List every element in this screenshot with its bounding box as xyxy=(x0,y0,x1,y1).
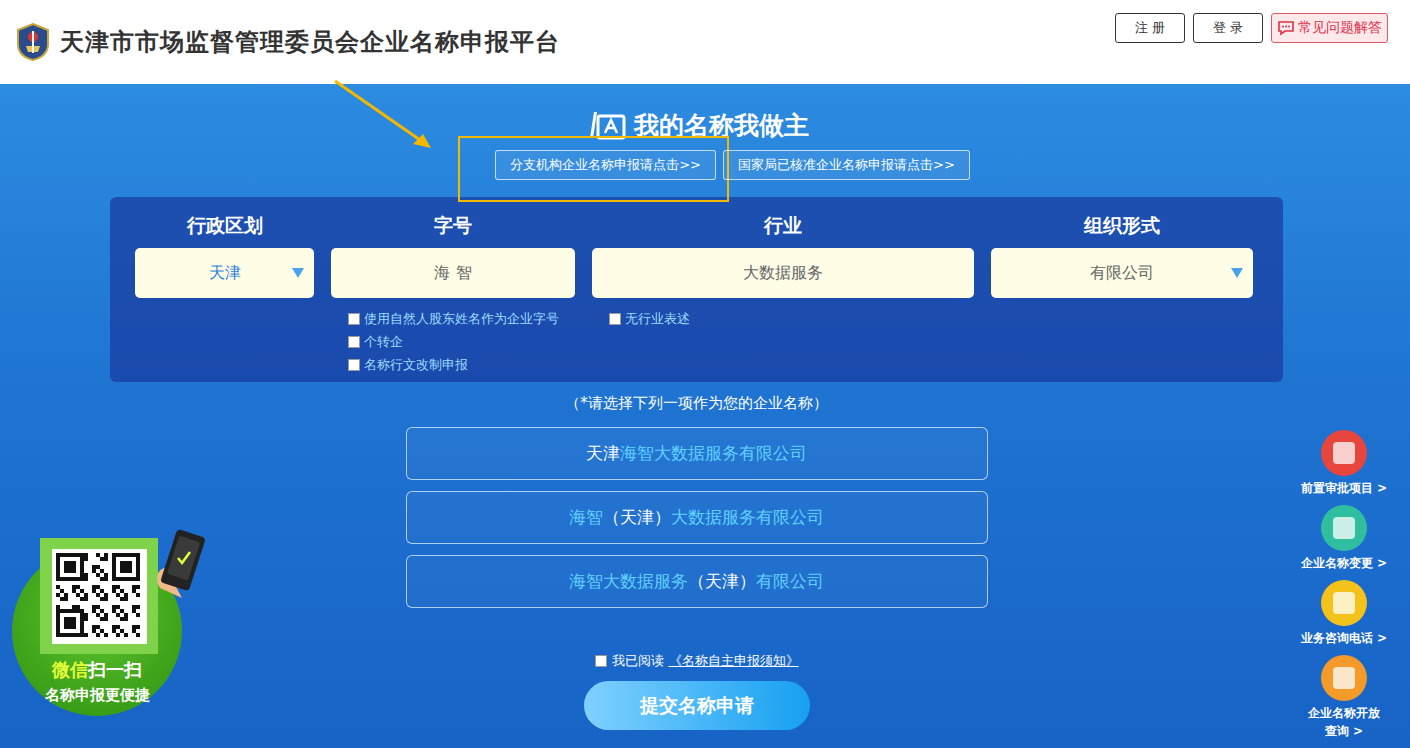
link-wrap: 分支机构企业名称申报请点击>> xyxy=(495,150,716,180)
checkbox-row[interactable]: 名称行文改制申报 xyxy=(348,356,575,374)
checkbox[interactable] xyxy=(348,313,360,325)
name-option[interactable]: 天津海智大数据服务有限公司 xyxy=(406,427,988,480)
form-field: 字号海 智使用自然人股东姓名作为企业字号个转企名称行文改制申报 xyxy=(331,213,575,374)
qr-badge[interactable]: 微信扫一扫名称申报更便捷 xyxy=(12,536,212,748)
checkbox[interactable] xyxy=(609,313,621,325)
side-icon xyxy=(1321,580,1367,626)
field-input[interactable]: 大数据服务 xyxy=(592,248,974,298)
dropdown-icon xyxy=(1231,268,1243,278)
qr-code-icon xyxy=(52,549,147,644)
pen-doc-icon xyxy=(584,108,632,142)
header: 天津市市场监督管理委员会企业名称申报平台 注 册登 录常见问题解答 xyxy=(0,0,1410,84)
field-checks xyxy=(991,298,1253,310)
field-label: 行业 xyxy=(592,213,974,239)
hero-title: 我的名称我做主 xyxy=(584,108,809,142)
main-column: 我的名称我做主分支机构企业名称申报请点击>>国家局已核准企业名称申报请点击>> 行… xyxy=(110,84,1283,730)
name-option[interactable]: 海智大数据服务（天津）有限公司 xyxy=(406,555,988,608)
form-field: 组织形式有限公司 xyxy=(991,213,1253,374)
side-icon xyxy=(1321,505,1367,551)
field-input[interactable]: 海 智 xyxy=(331,248,575,298)
agreement[interactable]: 我已阅读《名称自主申报须知》 xyxy=(595,652,799,670)
name-option[interactable]: 海智（天津）大数据服务有限公司 xyxy=(406,491,988,544)
field-label: 字号 xyxy=(331,213,575,239)
side-item[interactable]: 业务咨询电话 > xyxy=(1288,580,1400,647)
site-title: 天津市市场监督管理委员会企业名称申报平台 xyxy=(60,26,560,58)
header-actions: 注 册登 录常见问题解答 xyxy=(1115,13,1388,43)
side-item[interactable]: 企业名称开放查询 > xyxy=(1288,655,1400,740)
prompt: （*请选择下列一项作为您的企业名称） xyxy=(565,394,828,413)
form-field: 行政区划天津 xyxy=(135,213,314,374)
field-checks: 无行业表述 xyxy=(592,298,974,328)
checkbox[interactable] xyxy=(348,336,360,348)
checkbox[interactable] xyxy=(348,359,360,371)
emblem-icon xyxy=(14,22,52,62)
header-button[interactable]: 登 录 xyxy=(1193,13,1263,43)
phone-icon xyxy=(152,528,208,608)
side-icon xyxy=(1321,430,1367,476)
checkbox-row[interactable]: 使用自然人股东姓名作为企业字号 xyxy=(348,310,575,328)
checkbox-row[interactable]: 个转企 xyxy=(348,333,575,351)
dropdown-icon xyxy=(292,268,304,278)
checkbox-row[interactable]: 无行业表述 xyxy=(609,310,974,328)
field-label: 组织形式 xyxy=(991,213,1253,239)
header-button[interactable]: 常见问题解答 xyxy=(1271,13,1388,43)
link-wrap: 国家局已核准企业名称申报请点击>> xyxy=(723,150,970,180)
field-input[interactable]: 天津 xyxy=(135,248,314,298)
side-item[interactable]: 前置审批项目 > xyxy=(1288,430,1400,497)
qr-text: 微信扫一扫名称申报更便捷 xyxy=(12,658,182,705)
side-menu: 前置审批项目 > 企业名称变更 > 业务咨询电话 > 企业名称开放查询 > xyxy=(1288,430,1400,740)
side-item[interactable]: 企业名称变更 > xyxy=(1288,505,1400,572)
form-panel: 行政区划天津字号海 智使用自然人股东姓名作为企业字号个转企名称行文改制申报行业大… xyxy=(110,197,1283,382)
notice-link[interactable]: 《名称自主申报须知》 xyxy=(669,652,799,670)
header-button[interactable]: 注 册 xyxy=(1115,13,1185,43)
form-field: 行业大数据服务无行业表述 xyxy=(592,213,974,374)
hero-link[interactable]: 分支机构企业名称申报请点击>> xyxy=(495,150,716,180)
page: 天津市市场监督管理委员会企业名称申报平台 注 册登 录常见问题解答我的名称我做主分… xyxy=(0,0,1410,748)
field-checks xyxy=(135,298,314,310)
hero-link[interactable]: 国家局已核准企业名称申报请点击>> xyxy=(723,150,970,180)
brand: 天津市市场监督管理委员会企业名称申报平台 xyxy=(14,22,560,62)
field-label: 行政区划 xyxy=(135,213,314,239)
side-icon xyxy=(1321,655,1367,701)
field-checks: 使用自然人股东姓名作为企业字号个转企名称行文改制申报 xyxy=(331,298,575,374)
hero-links: 分支机构企业名称申报请点击>>国家局已核准企业名称申报请点击>> xyxy=(495,150,970,180)
chat-icon xyxy=(1277,20,1295,36)
qr-card xyxy=(40,538,158,654)
field-input[interactable]: 有限公司 xyxy=(991,248,1253,298)
name-options: 天津海智大数据服务有限公司海智（天津）大数据服务有限公司海智大数据服务（天津）有… xyxy=(406,427,988,608)
hero: 我的名称我做主分支机构企业名称申报请点击>>国家局已核准企业名称申报请点击>> 行… xyxy=(0,84,1410,748)
submit-button[interactable]: 提交名称申请 xyxy=(584,681,810,730)
agreement-checkbox[interactable] xyxy=(595,655,607,667)
arrow-icon xyxy=(331,78,441,158)
